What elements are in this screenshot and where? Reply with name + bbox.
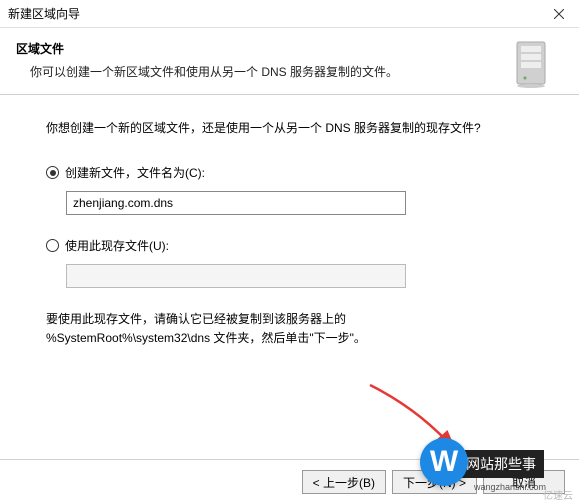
header-title: 区域文件 [16,40,563,57]
note-line2: %SystemRoot%\system32\dns 文件夹，然后单击"下一步"。 [46,329,533,348]
radio-create-label: 创建新文件，文件名为(C): [65,164,205,181]
close-button[interactable] [539,0,579,28]
radio-icon [46,166,59,179]
watermark-url: wangzhanshi.com [474,482,546,492]
existing-filename-input [66,264,406,288]
watermark-corner: 亿速云 [543,487,573,502]
wizard-header: 区域文件 你可以创建一个新区域文件和使用从另一个 DNS 服务器复制的文件。 [0,28,579,95]
note-line1: 要使用此现存文件，请确认它已经被复制到该服务器上的 [46,310,533,329]
server-icon [511,40,551,93]
back-button[interactable]: < 上一步(B) [302,470,386,494]
watermark-logo-letter: W [430,445,458,479]
note-text: 要使用此现存文件，请确认它已经被复制到该服务器上的 %SystemRoot%\s… [46,310,533,348]
watermark-text: 网站那些事 [458,450,544,478]
new-filename-input[interactable] [66,191,406,215]
header-description: 你可以创建一个新区域文件和使用从另一个 DNS 服务器复制的文件。 [16,63,563,80]
close-icon [554,9,564,19]
titlebar: 新建区域向导 [0,0,579,28]
wizard-content: 你想创建一个新的区域文件，还是使用一个从另一个 DNS 服务器复制的现存文件? … [0,95,579,358]
radio-existing-label: 使用此现存文件(U): [65,237,169,254]
question-text: 你想创建一个新的区域文件，还是使用一个从另一个 DNS 服务器复制的现存文件? [46,119,533,136]
window-title: 新建区域向导 [8,5,80,22]
radio-icon [46,239,59,252]
radio-create-new[interactable]: 创建新文件，文件名为(C): [46,164,533,181]
radio-use-existing[interactable]: 使用此现存文件(U): [46,237,533,254]
watermark-logo: W [420,438,468,486]
